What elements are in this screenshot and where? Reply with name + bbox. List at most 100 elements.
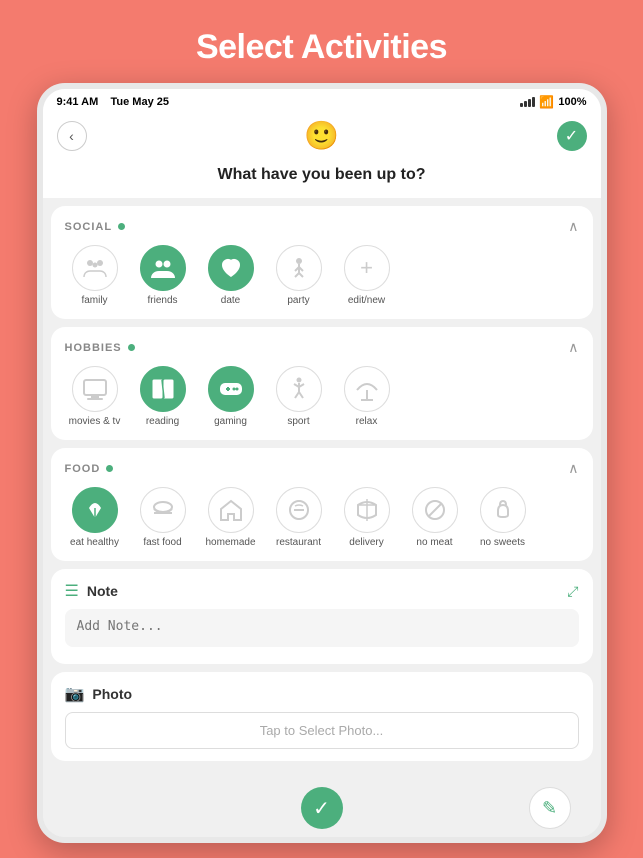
photo-select-button[interactable]: Tap to Select Photo...: [65, 712, 579, 749]
photo-icon: 📷: [65, 684, 85, 704]
app-header: ‹ 🙂 ✓: [43, 113, 601, 160]
section-hobbies-title: HOBBIES: [65, 342, 122, 354]
activity-party[interactable]: party: [269, 245, 329, 307]
activity-sport-label: sport: [287, 416, 309, 428]
section-social-chevron[interactable]: ∧: [568, 218, 578, 235]
note-input[interactable]: [65, 609, 579, 647]
activity-homemade-label: homemade: [205, 537, 255, 549]
activity-no-sweets-label: no sweets: [480, 537, 525, 549]
activity-movies-tv[interactable]: movies & tv: [65, 366, 125, 428]
section-social-title-row: SOCIAL: [65, 221, 126, 233]
section-hobbies-title-row: HOBBIES: [65, 342, 135, 354]
section-hobbies-header: HOBBIES ∧: [65, 339, 579, 356]
social-activity-grid: family friends: [65, 245, 579, 307]
activity-fast-food-label: fast food: [143, 537, 181, 549]
activity-edit-new-label: edit/new: [348, 295, 385, 307]
signal-icon: [520, 97, 535, 107]
status-bar: 9:41 AM Tue May 25 📶 100%: [43, 89, 601, 113]
activity-relax[interactable]: relax: [337, 366, 397, 428]
confirm-button[interactable]: ✓: [557, 121, 587, 151]
back-button[interactable]: ‹: [57, 121, 87, 151]
activity-eat-healthy[interactable]: eat healthy: [65, 487, 125, 549]
main-question: What have you been up to?: [43, 160, 601, 198]
activity-sport[interactable]: sport: [269, 366, 329, 428]
device-screen: 9:41 AM Tue May 25 📶 100% ‹ 🙂 ✓ What hav…: [43, 89, 601, 837]
activity-delivery[interactable]: delivery: [337, 487, 397, 549]
bottom-bar: ✓ ✎: [43, 781, 601, 837]
activity-reading-label: reading: [146, 416, 179, 428]
wifi-icon: 📶: [539, 95, 554, 109]
section-social-header: SOCIAL ∧: [65, 218, 579, 235]
activity-homemade-icon: [208, 487, 254, 533]
activity-gaming-label: gaming: [214, 416, 247, 428]
activity-fast-food[interactable]: fast food: [133, 487, 193, 549]
activity-gaming[interactable]: gaming: [201, 366, 261, 428]
mood-emoji: 🙂: [304, 119, 339, 152]
section-food-title-row: FOOD: [65, 463, 114, 475]
activity-reading-icon: [140, 366, 186, 412]
note-icon: ☰: [65, 581, 79, 601]
section-food-dot: [106, 465, 113, 472]
activity-homemade[interactable]: homemade: [201, 487, 261, 549]
section-social: SOCIAL ∧: [51, 206, 593, 319]
activity-movies-tv-label: movies & tv: [69, 416, 121, 428]
activity-friends-icon: [140, 245, 186, 291]
activity-relax-icon: [344, 366, 390, 412]
activity-delivery-label: delivery: [349, 537, 383, 549]
activity-no-meat[interactable]: no meat: [405, 487, 465, 549]
note-expand-icon[interactable]: ⤢: [567, 583, 578, 600]
activity-eat-healthy-label: eat healthy: [70, 537, 119, 549]
photo-section: 📷 Photo Tap to Select Photo...: [51, 672, 593, 761]
activity-date-icon: [208, 245, 254, 291]
food-activity-grid: eat healthy fast food: [65, 487, 579, 549]
device-frame: 9:41 AM Tue May 25 📶 100% ‹ 🙂 ✓ What hav…: [37, 83, 607, 843]
activity-family[interactable]: family: [65, 245, 125, 307]
activity-party-label: party: [287, 295, 309, 307]
note-section-left: ☰ Note: [65, 581, 118, 601]
activity-movies-tv-icon: [72, 366, 118, 412]
section-food: FOOD ∧ eat healthy: [51, 448, 593, 561]
activity-no-sweets-icon: [480, 487, 526, 533]
activity-reading[interactable]: reading: [133, 366, 193, 428]
status-time: 9:41 AM: [57, 96, 99, 108]
photo-label: Photo: [92, 686, 132, 702]
activity-gaming-icon: [208, 366, 254, 412]
activity-delivery-icon: [344, 487, 390, 533]
activity-no-meat-icon: [412, 487, 458, 533]
activity-date[interactable]: date: [201, 245, 261, 307]
bottom-confirm-button[interactable]: ✓: [301, 787, 343, 829]
activity-relax-label: relax: [356, 416, 378, 428]
bottom-edit-button[interactable]: ✎: [529, 787, 571, 829]
activity-party-icon: [276, 245, 322, 291]
activity-edit-new-icon: +: [344, 245, 390, 291]
activity-eat-healthy-icon: [72, 487, 118, 533]
section-hobbies-dot: [128, 344, 135, 351]
section-hobbies-chevron[interactable]: ∧: [568, 339, 578, 356]
hobbies-activity-grid: movies & tv reading: [65, 366, 579, 428]
activity-family-label: family: [81, 295, 107, 307]
activity-fast-food-icon: [140, 487, 186, 533]
activity-no-sweets[interactable]: no sweets: [473, 487, 533, 549]
activity-restaurant[interactable]: restaurant: [269, 487, 329, 549]
section-social-title: SOCIAL: [65, 221, 113, 233]
scroll-content: SOCIAL ∧: [43, 198, 601, 781]
page-title: Select Activities: [196, 28, 447, 67]
activity-date-label: date: [221, 295, 240, 307]
activity-friends[interactable]: friends: [133, 245, 193, 307]
note-section: ☰ Note ⤢: [51, 569, 593, 664]
section-food-chevron[interactable]: ∧: [568, 460, 578, 477]
photo-section-left: 📷 Photo: [65, 684, 133, 704]
activity-family-icon: [72, 245, 118, 291]
status-date: Tue May 25: [111, 96, 170, 108]
activity-sport-icon: [276, 366, 322, 412]
status-time-date: 9:41 AM Tue May 25: [57, 96, 170, 108]
activity-edit-new[interactable]: + edit/new: [337, 245, 397, 307]
status-icons: 📶 100%: [520, 95, 586, 109]
activity-restaurant-label: restaurant: [276, 537, 321, 549]
battery-icon: 100%: [558, 96, 586, 108]
note-section-row: ☰ Note ⤢: [65, 581, 579, 601]
section-hobbies: HOBBIES ∧: [51, 327, 593, 440]
note-label: Note: [87, 583, 118, 599]
section-social-dot: [118, 223, 125, 230]
activity-restaurant-icon: [276, 487, 322, 533]
